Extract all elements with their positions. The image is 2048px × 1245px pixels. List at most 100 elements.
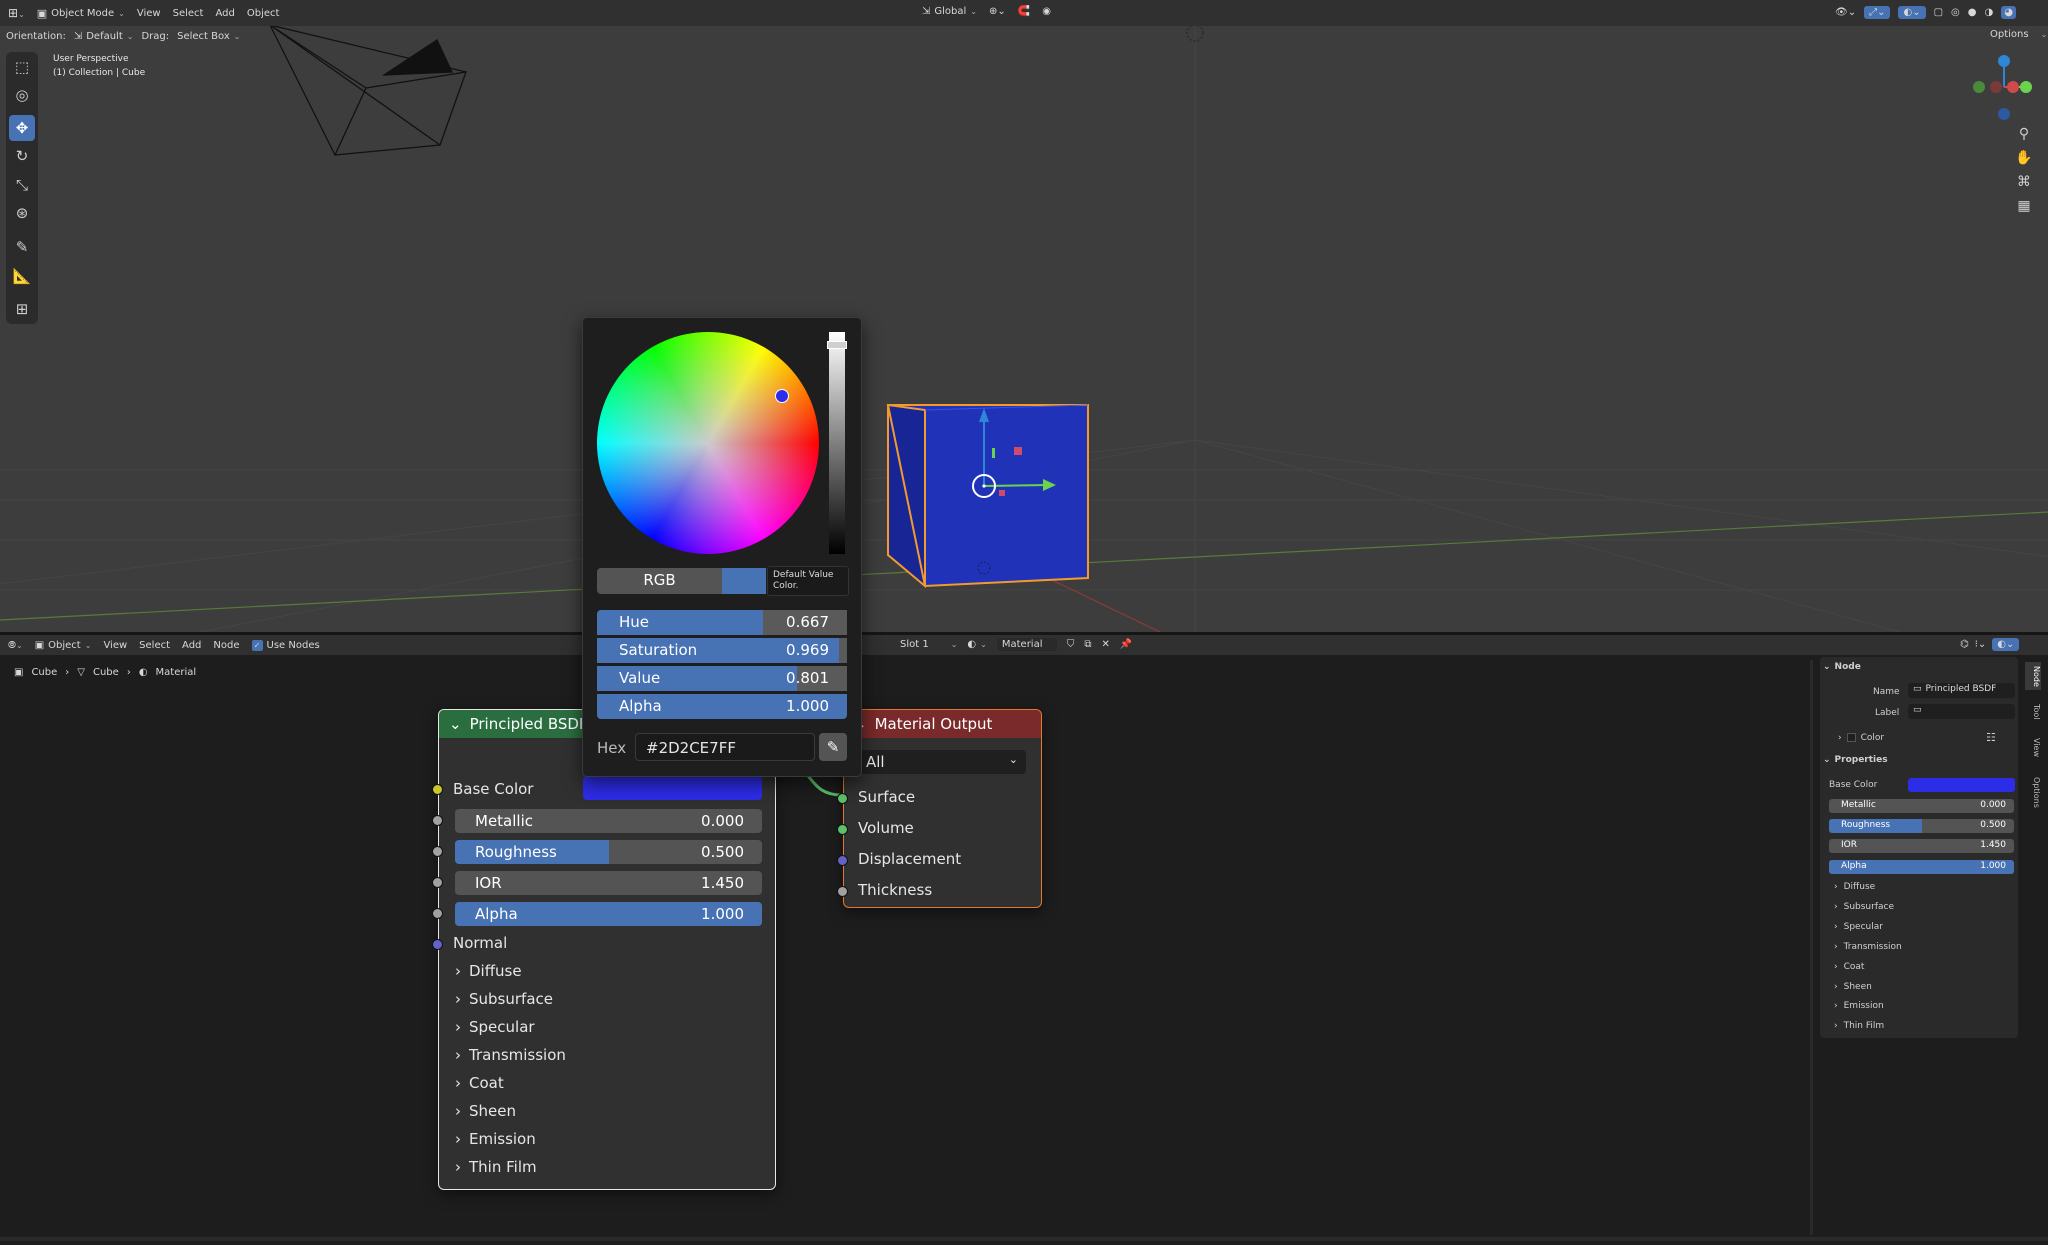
color-mode-rgb[interactable]: RGB — [597, 568, 722, 594]
material-browse[interactable]: ◐ ⌄ — [967, 639, 986, 650]
node-overlay-icon[interactable]: ⌬ — [1960, 639, 1969, 650]
snap-icon[interactable]: 🧲 — [1018, 6, 1030, 17]
eyedropper-icon[interactable]: ✎ — [819, 733, 847, 761]
panel-sheen[interactable]: › Sheen — [455, 1102, 516, 1120]
color-mode-hsv[interactable] — [722, 568, 766, 594]
displacement-socket[interactable] — [837, 855, 848, 866]
value-field[interactable]: Value 0.801 — [597, 666, 847, 691]
roughness-slider[interactable]: Roughness 0.500 — [455, 840, 762, 864]
tab-tool[interactable]: Tool — [2025, 700, 2041, 724]
sidebar-panel-thin-film[interactable]: › Thin Film — [1834, 1021, 2026, 1031]
name-field[interactable]: ▭ Principled BSDF — [1908, 683, 2015, 698]
ior-slider[interactable]: IOR 1.450 — [455, 871, 762, 895]
label-field[interactable]: ▭ — [1908, 704, 2015, 719]
volume-socket[interactable] — [837, 824, 848, 835]
node-menu-view[interactable]: View — [103, 640, 127, 651]
tab-view[interactable]: View — [2025, 734, 2041, 760]
proportional-edit-icon[interactable]: ◉ — [1042, 6, 1051, 17]
orientation-setting[interactable]: ⇲ Default ⌄ — [74, 31, 134, 42]
metallic-slider[interactable]: Metallic 0.000 — [455, 809, 762, 833]
material-name-field[interactable]: Material — [996, 638, 1057, 651]
node-snap-icon[interactable]: ⁝⌄ — [1975, 639, 1987, 650]
panel-thin-film[interactable]: › Thin Film — [455, 1158, 537, 1176]
color-wheel-cursor[interactable] — [775, 389, 789, 403]
rotate-tool-icon[interactable]: ↻ — [9, 143, 35, 169]
panel-subsurface[interactable]: › Subsurface — [455, 990, 553, 1008]
roughness-socket[interactable] — [432, 846, 443, 857]
horizontal-scrollbar[interactable] — [0, 1237, 2048, 1241]
shading-rendered-icon[interactable]: ◕ — [2001, 6, 2016, 19]
cursor-tool-icon[interactable]: ◎ — [9, 82, 35, 108]
move-tool-icon[interactable]: ✥ — [9, 115, 35, 141]
tab-node[interactable]: Node — [2025, 662, 2041, 690]
panel-coat[interactable]: › Coat — [455, 1074, 504, 1092]
pivot-icon[interactable]: ⊕⌄ — [989, 6, 1006, 17]
menu-object[interactable]: Object — [247, 8, 280, 19]
sidebar-metallic-slider[interactable]: Metallic 0.000 — [1829, 799, 2014, 813]
overlay-toggle-icon[interactable]: ◐⌄ — [1898, 6, 1926, 19]
material-output-node[interactable]: ⌄ Material Output All⌄ Surface Volume Di… — [837, 709, 1042, 908]
sidebar-panel-transmission[interactable]: › Transmission — [1834, 942, 2026, 952]
color-presets-icon[interactable]: ☷ — [1986, 731, 1996, 744]
fake-user-icon[interactable]: ⛉ — [1067, 639, 1075, 650]
hue-field[interactable]: Hue 0.667 — [597, 610, 847, 635]
sidebar-color-section[interactable]: › Color — [1838, 733, 2030, 743]
tab-options[interactable]: Options — [2025, 772, 2041, 812]
drag-setting[interactable]: Select Box ⌄ — [177, 31, 240, 42]
node-mode-dropdown[interactable]: ▣ Object ⌄ — [35, 640, 92, 651]
sidebar-ior-slider[interactable]: IOR 1.450 — [1829, 839, 2014, 853]
alpha-slider[interactable]: Alpha 1.000 — [455, 902, 762, 926]
sidebar-panel-specular[interactable]: › Specular — [1834, 922, 2026, 932]
ior-socket[interactable] — [432, 877, 443, 888]
mode-dropdown[interactable]: ▣ Object Mode ⌄ — [37, 7, 125, 20]
select-tool-icon[interactable]: ⬚ — [9, 54, 35, 80]
alpha-socket[interactable] — [432, 908, 443, 919]
sidebar-roughness-slider[interactable]: Roughness 0.500 — [1829, 819, 2014, 833]
alpha-field[interactable]: Alpha 1.000 — [597, 694, 847, 719]
sidebar-panel-emission[interactable]: › Emission — [1834, 1001, 2026, 1011]
surface-socket[interactable] — [837, 793, 848, 804]
pan-hand-icon[interactable]: ✋ — [2012, 146, 2036, 170]
sidebar-resize-handle[interactable] — [1810, 660, 1813, 1235]
duplicate-icon[interactable]: ⧉ — [1084, 639, 1091, 650]
value-slider[interactable] — [829, 332, 845, 554]
sidebar-alpha-slider[interactable]: Alpha 1.000 — [1829, 860, 2014, 874]
visibility-icon[interactable]: 👁⌄ — [1835, 7, 1856, 18]
node-editor-type-icon[interactable]: ⦾⌄ — [8, 640, 23, 651]
slot-dropdown[interactable]: Slot 1 ⌄ — [900, 639, 957, 650]
pin-icon[interactable]: 📌 — [1120, 639, 1132, 650]
color-socket[interactable] — [432, 784, 443, 795]
sidebar-panel-subsurface[interactable]: › Subsurface — [1834, 902, 2026, 912]
sidebar-base-color-swatch[interactable] — [1908, 778, 2015, 792]
navigation-gizmo[interactable] — [1960, 48, 2040, 124]
orientation-dropdown[interactable]: ⇲ Global ⌄ — [922, 6, 977, 17]
menu-view[interactable]: View — [137, 8, 161, 19]
menu-select[interactable]: Select — [173, 8, 204, 19]
sidebar-panel-coat[interactable]: › Coat — [1834, 962, 2026, 972]
node-menu-node[interactable]: Node — [213, 640, 239, 651]
transform-tool-icon[interactable]: ⊛ — [9, 200, 35, 226]
target-dropdown[interactable]: All ⌄ — [858, 750, 1026, 774]
saturation-field[interactable]: Saturation 0.969 — [597, 638, 847, 663]
panel-transmission[interactable]: › Transmission — [455, 1046, 566, 1064]
annotate-tool-icon[interactable]: ✎ — [9, 234, 35, 260]
menu-add[interactable]: Add — [215, 8, 234, 19]
metallic-socket[interactable] — [432, 815, 443, 826]
hex-input[interactable]: #2D2CE7FF — [635, 733, 815, 761]
panel-specular[interactable]: › Specular — [455, 1018, 535, 1036]
xray-icon[interactable]: ▢ — [1934, 7, 1943, 18]
node-view-icon[interactable]: ◐⌄ — [1992, 638, 2020, 651]
sidebar-panel-diffuse[interactable]: › Diffuse — [1834, 882, 2026, 892]
node-menu-add[interactable]: Add — [182, 640, 201, 651]
shading-wireframe-icon[interactable]: ◎ — [1951, 7, 1960, 18]
gizmo-toggle-icon[interactable]: ⤢⌄ — [1864, 6, 1891, 19]
zoom-icon[interactable]: ⚲ — [2012, 122, 2036, 146]
sidebar-node-section[interactable]: ⌄ Node — [1823, 662, 2015, 672]
color-wheel[interactable] — [597, 332, 819, 554]
unlink-icon[interactable]: ✕ — [1102, 639, 1110, 650]
collapse-chevron-icon[interactable]: ⌄ — [449, 715, 462, 733]
options-dropdown[interactable]: Options ⌄ — [1990, 29, 2047, 40]
thickness-socket[interactable] — [837, 886, 848, 897]
panel-emission[interactable]: › Emission — [455, 1130, 536, 1148]
node-menu-select[interactable]: Select — [139, 640, 170, 651]
